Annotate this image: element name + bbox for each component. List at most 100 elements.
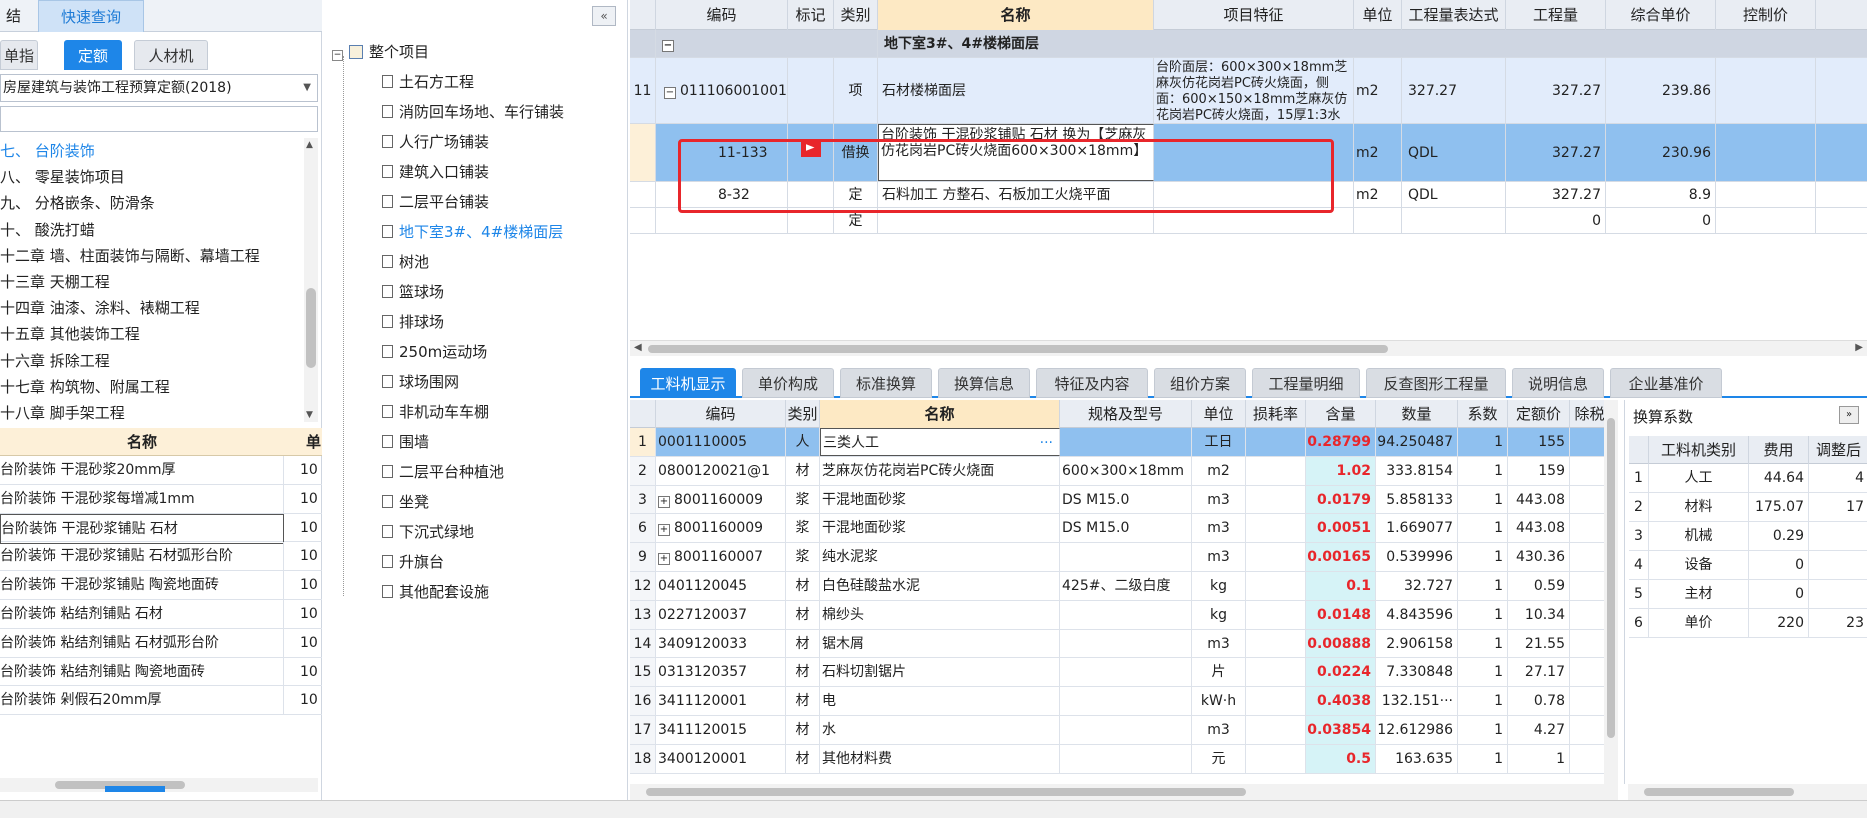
more-icon[interactable]: ··· xyxy=(1040,429,1053,455)
list-item[interactable]: 台阶装饰 剁假石20mm厚 10 xyxy=(0,686,322,716)
chapter-scrollbar[interactable]: ▲ ▼ xyxy=(304,138,318,422)
scrollbar-thumb[interactable] xyxy=(1644,788,1794,796)
tree-item[interactable]: 球场围网 xyxy=(382,369,459,395)
list-item[interactable]: 台阶装饰 干混砂浆铺贴 陶瓷地面砖 10 xyxy=(0,571,322,600)
tree-item[interactable]: 250m运动场 xyxy=(382,339,487,365)
labor-row[interactable]: 2 0800120021@1 材芝麻灰仿花岗岩PC砖火烧面 600×300×18mm m… xyxy=(630,456,1605,486)
scroll-down-icon[interactable]: ▼ xyxy=(306,410,313,420)
tree-item[interactable]: 消防回车场地、车行铺装 xyxy=(382,99,564,125)
tab-labor-material-machine[interactable]: 人材机 xyxy=(134,40,208,70)
expand-icon[interactable]: + xyxy=(658,495,670,508)
labor-row[interactable]: 9 +8001160007 浆纯水泥浆 m3 0.00165 0.539996 1 430.3… xyxy=(630,543,1605,572)
tab-quota[interactable]: 定额 xyxy=(64,40,122,70)
list-item[interactable]: 台阶装饰 干混砂浆每增减1mm 10 xyxy=(0,484,322,514)
collapse-icon[interactable]: − xyxy=(664,87,676,99)
chapter-item[interactable]: 十六章 拆除工程 xyxy=(0,348,302,374)
coef-row[interactable]: 2 材料 175.07 17 xyxy=(1629,493,1867,522)
scrollbar-thumb[interactable] xyxy=(646,788,1246,796)
tab-quantity-detail[interactable]: 工程量明细 xyxy=(1252,368,1360,398)
list-item[interactable]: 台阶装饰 粘结剂铺贴 石材 10 xyxy=(0,599,322,629)
quota-list-hscrollbar[interactable] xyxy=(0,778,318,792)
coef-row[interactable]: 5 主材 0 xyxy=(1629,580,1867,609)
scroll-right-icon[interactable]: ▶ xyxy=(1855,342,1863,353)
tree-item[interactable]: 其他配套设施 xyxy=(382,579,489,605)
tab-enterprise-price[interactable]: 企业基准价 xyxy=(1610,368,1722,398)
labor-row[interactable]: 13 0227120037 材棉纱头 kg 0.0148 4.843596 1 10.34 xyxy=(630,600,1605,630)
tab-labor-display[interactable]: 工料机显示 xyxy=(640,368,736,398)
scrollbar-thumb[interactable] xyxy=(648,345,1388,353)
expand-icon[interactable]: + xyxy=(658,524,670,537)
tree-item[interactable]: 非机动车车棚 xyxy=(382,399,489,425)
list-item[interactable]: 台阶装饰 干混砂浆铺贴 石材 10 xyxy=(0,513,322,545)
tab-standard-conversion[interactable]: 标准换算 xyxy=(840,368,932,398)
chapter-item[interactable]: 十七章 构筑物、附属工程 xyxy=(0,374,302,400)
labor-row[interactable]: 17 3411120015 材水 m3 0.03854 12.612986 1 4.27 xyxy=(630,716,1605,745)
tree-item[interactable]: 土石方工程 xyxy=(382,69,474,95)
coef-row[interactable]: 1 人工 44.64 4 xyxy=(1629,464,1867,493)
expand-panel-button[interactable]: » xyxy=(1839,406,1859,424)
coef-row[interactable]: 3 机械 0.29 xyxy=(1629,522,1867,551)
coef-hscrollbar[interactable] xyxy=(1628,784,1867,800)
tab-features[interactable]: 特征及内容 xyxy=(1036,368,1148,398)
list-item[interactable]: 台阶装饰 粘结剂铺贴 石材弧形台阶 10 xyxy=(0,628,322,658)
tab-list-guide[interactable]: 单指引 xyxy=(0,40,38,70)
expand-icon[interactable]: + xyxy=(658,553,670,566)
tab-reverse-query[interactable]: 反查图形工程量 xyxy=(1366,368,1506,398)
group-row[interactable]: − 地下室3#、4#楼梯面层 xyxy=(630,30,1867,58)
tree-root[interactable]: − 整个项目 xyxy=(332,39,429,65)
labor-row[interactable]: 14 3409120033 材锯木屑 m3 0.00888 2.906158 1 21.55 xyxy=(630,629,1605,659)
labor-row[interactable]: 6 +8001160009 浆干混地面砂浆 DS M15.0 m3 0.0051 1.669… xyxy=(630,514,1605,544)
tree-item[interactable]: 坐凳 xyxy=(382,489,429,515)
coef-row[interactable]: 6 单价 220 23 xyxy=(1629,609,1867,638)
bill-grid-hscrollbar[interactable]: ◀ ▶ xyxy=(630,340,1867,356)
chapter-item[interactable]: 八、 零星装饰项目 xyxy=(0,164,302,190)
labor-row[interactable]: 16 3411120001 材电 kW·h 0.4038 132.151··· 1 0.78 xyxy=(630,687,1605,716)
collapse-icon[interactable]: − xyxy=(332,50,343,61)
chapter-item[interactable]: 十五章 其他装饰工程 xyxy=(0,321,302,347)
tree-item-selected[interactable]: 地下室3#、4#楼梯面层 xyxy=(382,219,563,245)
labor-grid-vscrollbar[interactable] xyxy=(1604,400,1618,784)
collapse-icon[interactable]: − xyxy=(662,40,674,52)
tab-pricing-scheme[interactable]: 组价方案 xyxy=(1154,368,1246,398)
tree-item[interactable]: 下沉式绿地 xyxy=(382,519,474,545)
tree-item[interactable]: 建筑入口铺装 xyxy=(382,159,489,185)
list-item[interactable]: 台阶装饰 干混砂浆铺贴 石材弧形台阶 10 xyxy=(0,542,322,572)
tab-conversion-info[interactable]: 换算信息 xyxy=(938,368,1030,398)
labor-row[interactable]: 18 3400120001 材其他材料费元 0.5 163.635 1 1 xyxy=(630,744,1605,774)
labor-grid-hscrollbar[interactable] xyxy=(630,784,1618,800)
chapter-item[interactable]: 九、 分格嵌条、防滑条 xyxy=(0,190,302,216)
chapter-item[interactable]: 七、 台阶装饰 xyxy=(0,138,302,164)
labor-cell-name[interactable]: 三类人工 ··· xyxy=(820,428,1060,456)
coef-row[interactable]: 4 设备 0 xyxy=(1629,551,1867,580)
chapter-item[interactable]: 十、 酸洗打蜡 xyxy=(0,217,302,243)
tree-item[interactable]: 升旗台 xyxy=(382,549,444,575)
chapter-item[interactable]: 十八章 脚手架工程 xyxy=(0,400,302,422)
tree-item[interactable]: 人行广场铺装 xyxy=(382,129,489,155)
chapter-item[interactable]: 十三章 天棚工程 xyxy=(0,269,302,295)
scrollbar-thumb[interactable] xyxy=(1607,418,1615,738)
labor-row[interactable]: 3 +8001160009 浆干混地面砂浆 DS M15.0 m3 0.0179 5.858… xyxy=(630,485,1605,515)
list-item[interactable]: 台阶装饰 干混砂浆20mm厚 10 xyxy=(0,456,322,485)
quota-search-input[interactable] xyxy=(0,106,318,132)
scroll-left-icon[interactable]: ◀ xyxy=(634,342,642,353)
labor-row[interactable]: 12 0401120045 材白色硅酸盐水泥 425#、二级白度 kg 0.1 32.727… xyxy=(630,572,1605,601)
scroll-up-icon[interactable]: ▲ xyxy=(306,140,313,150)
tab-unit-price[interactable]: 单价构成 xyxy=(742,368,834,398)
chapter-item[interactable]: 十二章 墙、柱面装饰与隔断、幕墙工程 xyxy=(0,243,302,269)
list-item[interactable]: 台阶装饰 粘结剂铺贴 陶瓷地面砖 10 xyxy=(0,657,322,687)
tree-item[interactable]: 围墙 xyxy=(382,429,429,455)
scrollbar-thumb[interactable] xyxy=(306,288,316,368)
tab-description[interactable]: 说明信息 xyxy=(1512,368,1604,398)
tree-item[interactable]: 排球场 xyxy=(382,309,444,335)
tree-item[interactable]: 树池 xyxy=(382,249,429,275)
labor-row[interactable]: 15 0313120357 材石料切割锯片 片 0.0224 7.330848 1 27.17 xyxy=(630,658,1605,688)
tree-item[interactable]: 二层平台铺装 xyxy=(382,189,489,215)
chapter-item[interactable]: 十四章 油漆、涂料、裱糊工程 xyxy=(0,295,302,321)
tab-structure[interactable]: 结构 xyxy=(0,0,34,32)
tree-item[interactable]: 篮球场 xyxy=(382,279,444,305)
labor-row-selected[interactable]: 1 0001110005 人三类人工 ··· 工日 0.28799 94.250487 1 15… xyxy=(630,428,1605,457)
tree-item[interactable]: 二层平台种植池 xyxy=(382,459,504,485)
tab-quick-query[interactable]: 快速查询 xyxy=(38,0,144,32)
bill-row[interactable]: 11 −011106001001 项 石材楼梯面层 台阶面层：600×300×1… xyxy=(630,58,1867,124)
collapse-panel-button[interactable]: « xyxy=(592,6,616,26)
